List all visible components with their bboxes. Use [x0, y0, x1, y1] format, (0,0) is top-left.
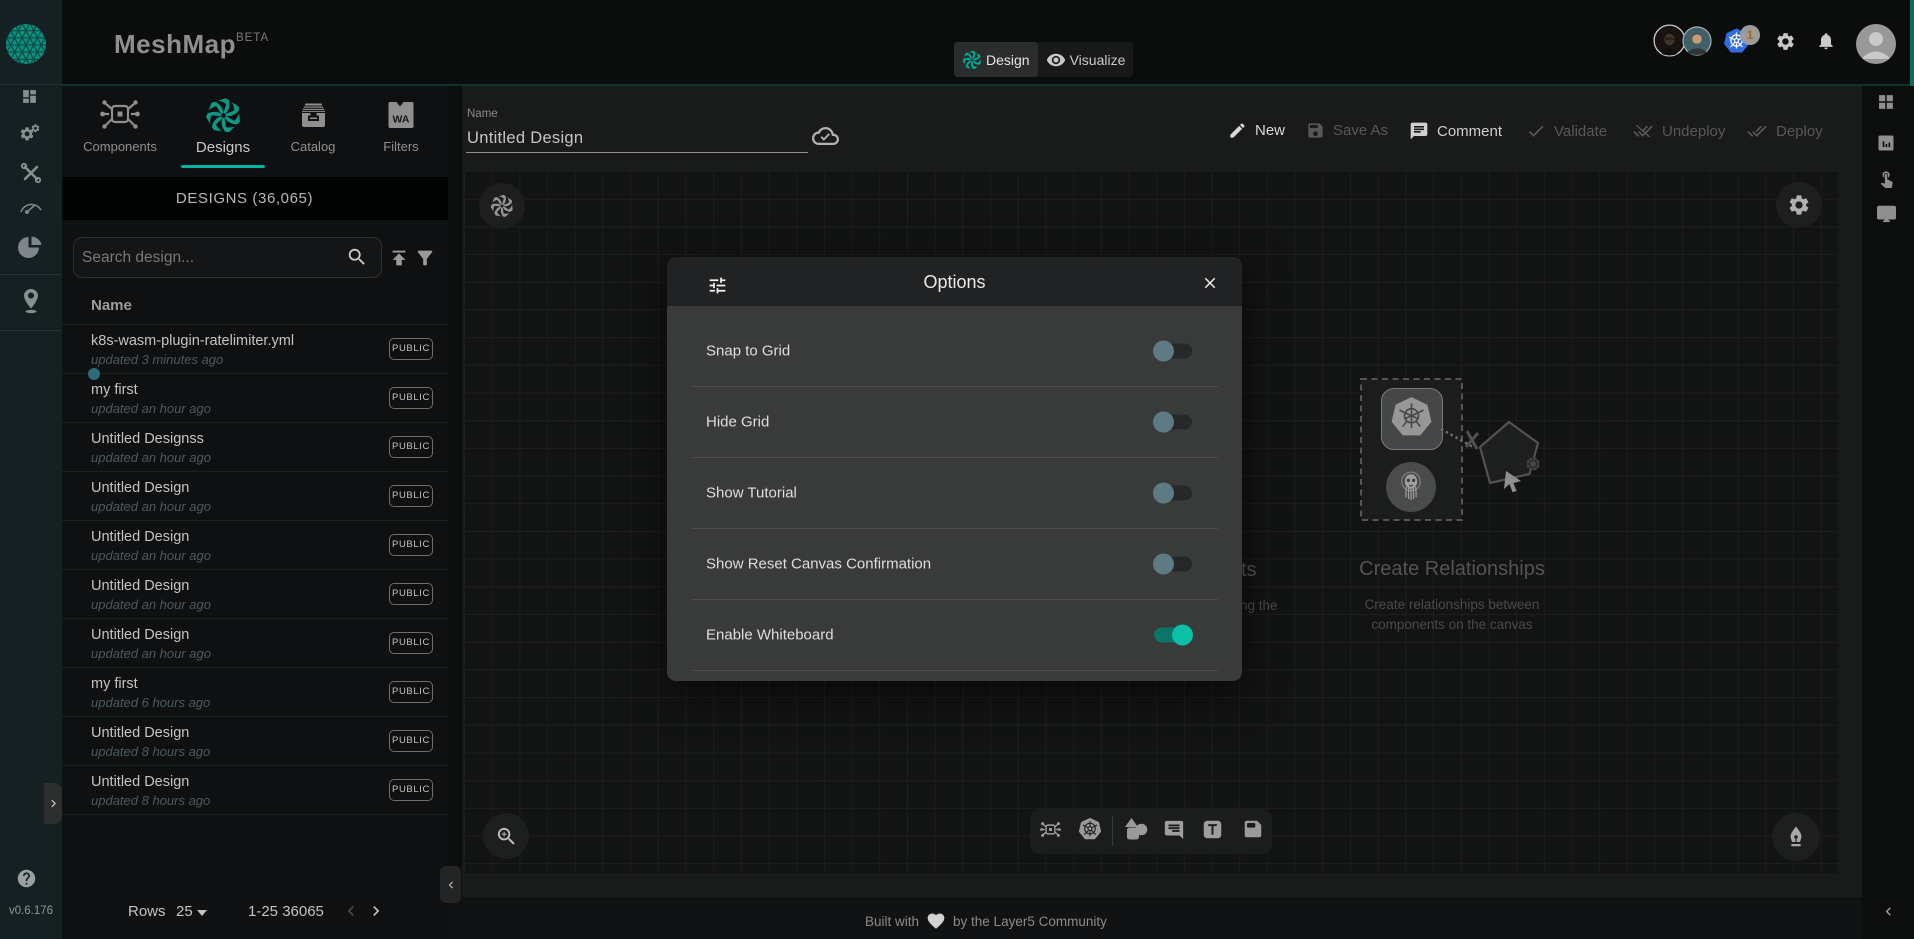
svg-text:WA: WA: [393, 114, 410, 126]
